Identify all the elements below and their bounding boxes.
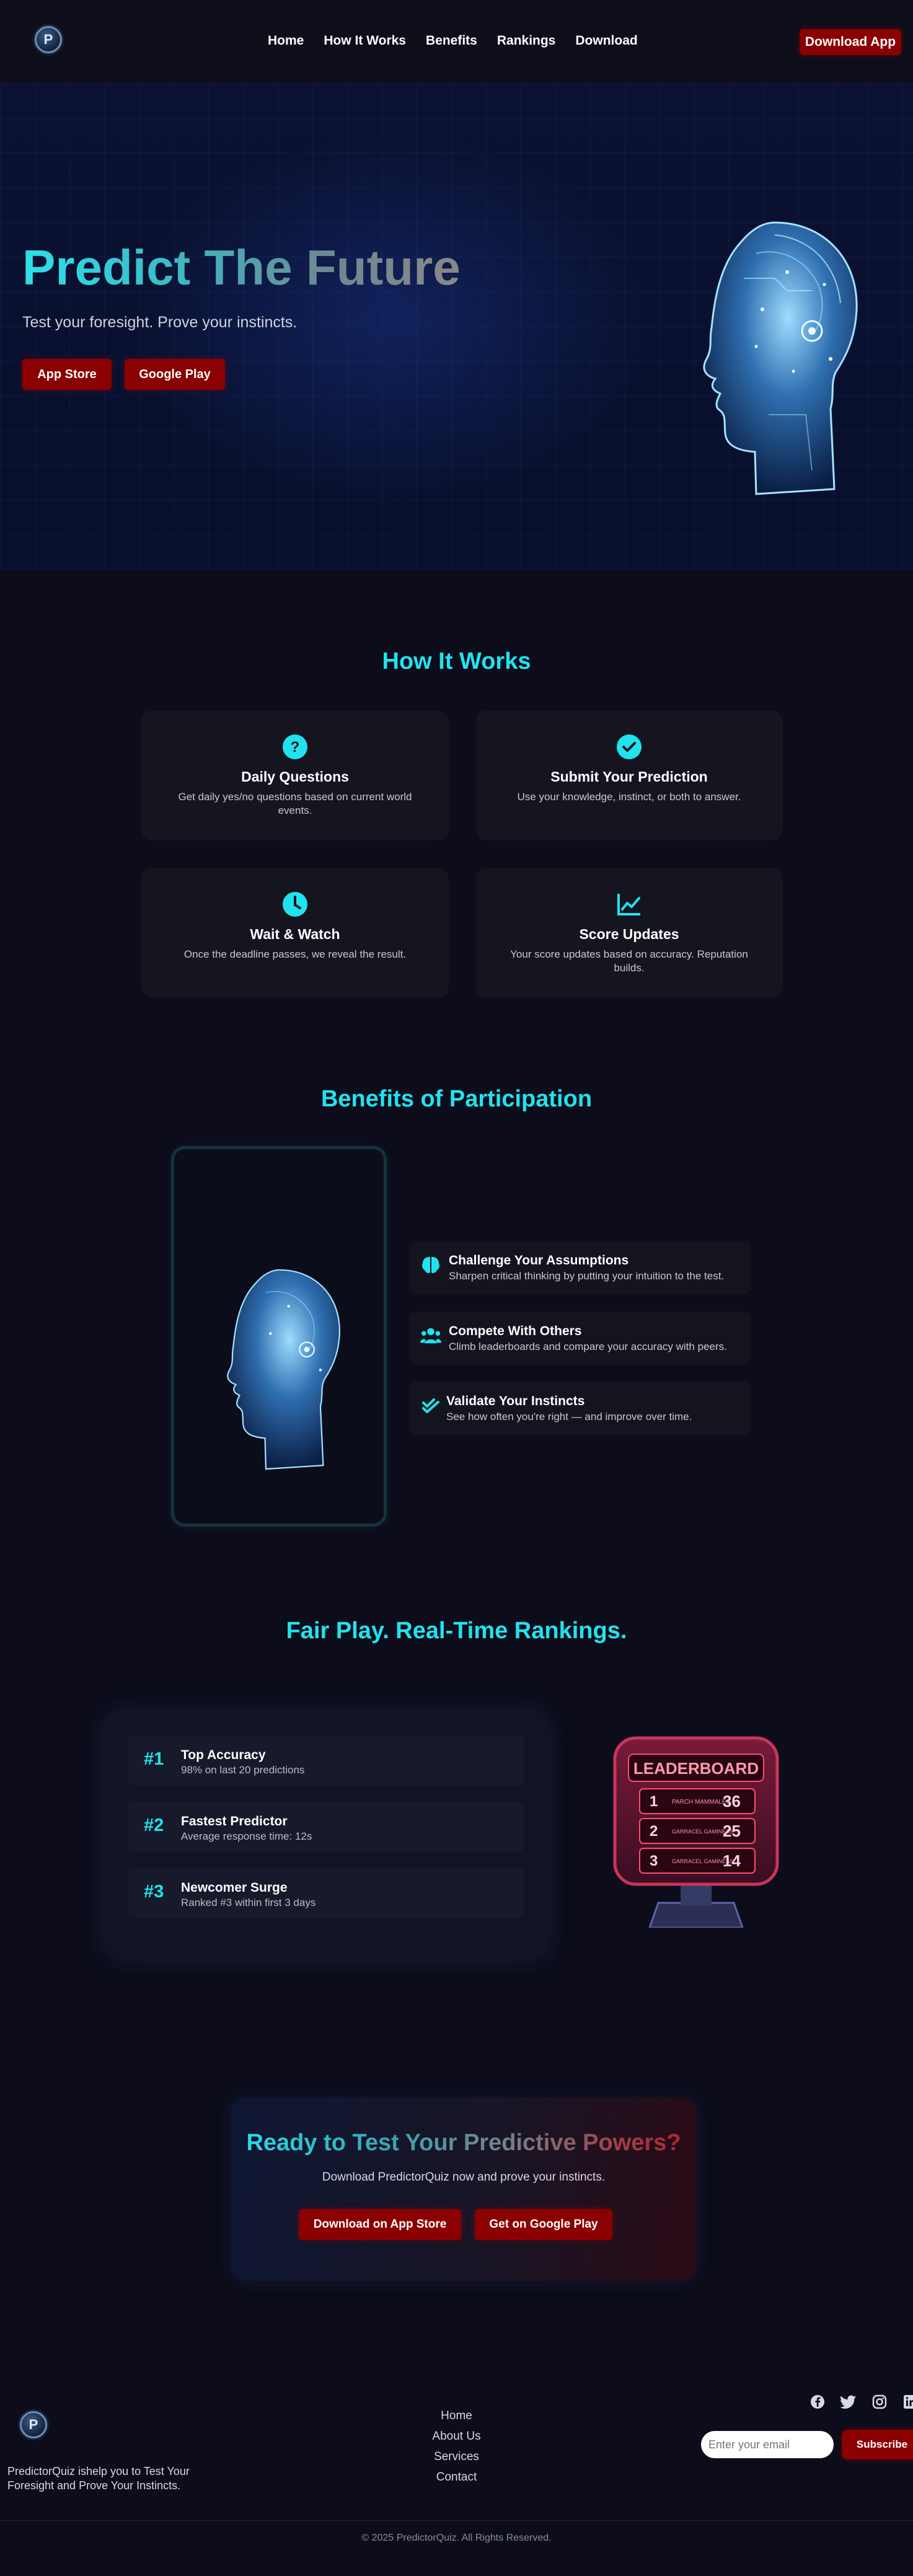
how-card-wait-watch: Wait & Watch Once the deadline passes, w…: [141, 868, 449, 998]
twitter-icon[interactable]: [840, 2394, 857, 2410]
rank-desc: Average response time: 12s: [181, 1830, 312, 1842]
leaderboard-score: 25: [723, 1822, 741, 1840]
cta-title: Ready to Test Your Predictive Powers?: [231, 2130, 697, 2156]
card-desc: Get daily yes/no questions based on curr…: [178, 791, 412, 817]
benefit-desc: See how often you're right — and improve…: [446, 1411, 692, 1423]
google-play-download-button[interactable]: Get on Google Play: [475, 2209, 612, 2240]
social-links: [809, 2394, 913, 2410]
benefit-desc: Sharpen critical thinking by putting you…: [449, 1270, 725, 1282]
subscribe-button[interactable]: Subscribe: [842, 2430, 913, 2459]
leaderboard-illustration: LEADERBOARD 1 PARCH MAMMALES 36 2 GARRAC…: [613, 1736, 779, 1928]
benefit-title: Challenge Your Assumptions: [449, 1253, 629, 1268]
benefit-challenge-assumptions: Challenge Your Assumptions Sharpen criti…: [409, 1241, 751, 1294]
rank-title: Top Accuracy: [181, 1748, 266, 1762]
rank-title: Newcomer Surge: [181, 1881, 288, 1895]
logo-letter: P: [43, 32, 53, 47]
rank-desc: 98% on last 20 predictions: [181, 1764, 305, 1776]
how-card-score-updates: Score Updates Your score updates based o…: [475, 868, 783, 998]
rank-number: #3: [144, 1882, 164, 1902]
google-play-button[interactable]: Google Play: [125, 359, 225, 390]
instagram-icon[interactable]: [871, 2394, 888, 2410]
how-it-works-title: How It Works: [382, 648, 531, 674]
top-navbar: P Home How It Works Benefits Rankings Do…: [0, 0, 913, 83]
ranking-row: #1 Top Accuracy 98% on last 20 predictio…: [128, 1736, 524, 1785]
newsletter-email-input[interactable]: [701, 2431, 834, 2458]
nav-link-home[interactable]: Home: [268, 33, 304, 48]
ranking-row: #2 Fastest Predictor Average response ti…: [128, 1802, 524, 1851]
footer-divider: [0, 2520, 913, 2521]
card-desc: Once the deadline passes, we reveal the …: [183, 948, 407, 960]
users-icon: [420, 1325, 441, 1346]
question-icon: ?: [282, 734, 308, 760]
leaderboard-score: 36: [723, 1792, 741, 1811]
card-title: Submit Your Prediction: [550, 769, 708, 785]
rank-desc: Ranked #3 within first 3 days: [181, 1897, 316, 1908]
rank-title: Fastest Predictor: [181, 1814, 288, 1828]
copyright-text: © 2025 PredictorQuiz. All Rights Reserve…: [361, 2533, 552, 2543]
rankings-panel: #1 Top Accuracy 98% on last 20 predictio…: [104, 1711, 548, 1959]
chart-line-icon: [616, 891, 642, 917]
ai-head-illustration: [227, 1269, 340, 1470]
check-circle-icon: [616, 734, 642, 760]
clock-icon: [282, 891, 308, 917]
leaderboard-pos: 2: [650, 1823, 658, 1840]
download-app-button[interactable]: Download App: [800, 29, 901, 55]
benefit-title: Compete With Others: [449, 1324, 582, 1338]
app-store-button[interactable]: App Store: [22, 359, 112, 390]
svg-text:?: ?: [291, 739, 300, 756]
download-app-store-button[interactable]: Download on App Store: [299, 2209, 461, 2240]
footer-link-contact[interactable]: Contact: [0, 2467, 913, 2487]
nav-link-benefits[interactable]: Benefits: [426, 33, 477, 48]
footer-link-home[interactable]: Home: [0, 2406, 913, 2426]
card-title: Daily Questions: [241, 769, 349, 785]
nav-link-rankings[interactable]: Rankings: [497, 33, 556, 48]
nav-links: Home How It Works Benefits Rankings Down…: [268, 33, 638, 48]
leaderboard-name: PARCH MAMMALES: [672, 1799, 731, 1806]
phone-mockup: [171, 1146, 387, 1527]
leaderboard-pos: 3: [650, 1853, 658, 1869]
nav-link-how-it-works[interactable]: How It Works: [324, 33, 406, 48]
leaderboard-heading: LEADERBOARD: [633, 1759, 759, 1778]
hero-title: Predict The Future: [22, 240, 461, 295]
how-card-daily-questions: ? Daily Questions Get daily yes/no quest…: [141, 710, 449, 840]
benefit-title: Validate Your Instincts: [446, 1394, 585, 1408]
card-desc: Use your knowledge, instinct, or both to…: [517, 791, 741, 803]
rank-number: #2: [144, 1815, 164, 1835]
cta-subtitle: Download PredictorQuiz now and prove you…: [322, 2171, 606, 2184]
benefit-desc: Climb leaderboards and compare your accu…: [449, 1341, 727, 1352]
cta-section: Ready to Test Your Predictive Powers? Do…: [231, 2097, 697, 2281]
brain-icon: [420, 1255, 441, 1276]
hero-subtitle: Test your foresight. Prove your instinct…: [22, 314, 298, 331]
double-check-icon: [420, 1395, 441, 1416]
nav-link-download[interactable]: Download: [575, 33, 637, 48]
leaderboard-score: 14: [723, 1851, 741, 1870]
card-title: Wait & Watch: [250, 926, 340, 942]
facebook-icon[interactable]: [809, 2394, 826, 2410]
rank-number: #1: [144, 1749, 164, 1769]
benefits-title: Benefits of Participation: [320, 1086, 593, 1112]
rankings-title: Fair Play. Real-Time Rankings.: [286, 1618, 627, 1644]
benefit-validate-instincts: Validate Your Instincts See how often yo…: [409, 1382, 751, 1435]
leaderboard-pos: 1: [650, 1793, 658, 1810]
logo-icon[interactable]: P: [35, 26, 62, 53]
ranking-row: #3 Newcomer Surge Ranked #3 within first…: [128, 1868, 524, 1918]
linkedin-icon[interactable]: [902, 2394, 913, 2410]
benefit-compete-with-others: Compete With Others Climb leaderboards a…: [409, 1312, 751, 1365]
card-title: Score Updates: [579, 926, 679, 942]
card-desc: Your score updates based on accuracy. Re…: [510, 948, 748, 974]
how-card-submit-prediction: Submit Your Prediction Use your knowledg…: [475, 710, 783, 840]
ai-head-illustration: [703, 221, 858, 495]
hero-section: Predict The Future Test your foresight. …: [0, 83, 913, 570]
